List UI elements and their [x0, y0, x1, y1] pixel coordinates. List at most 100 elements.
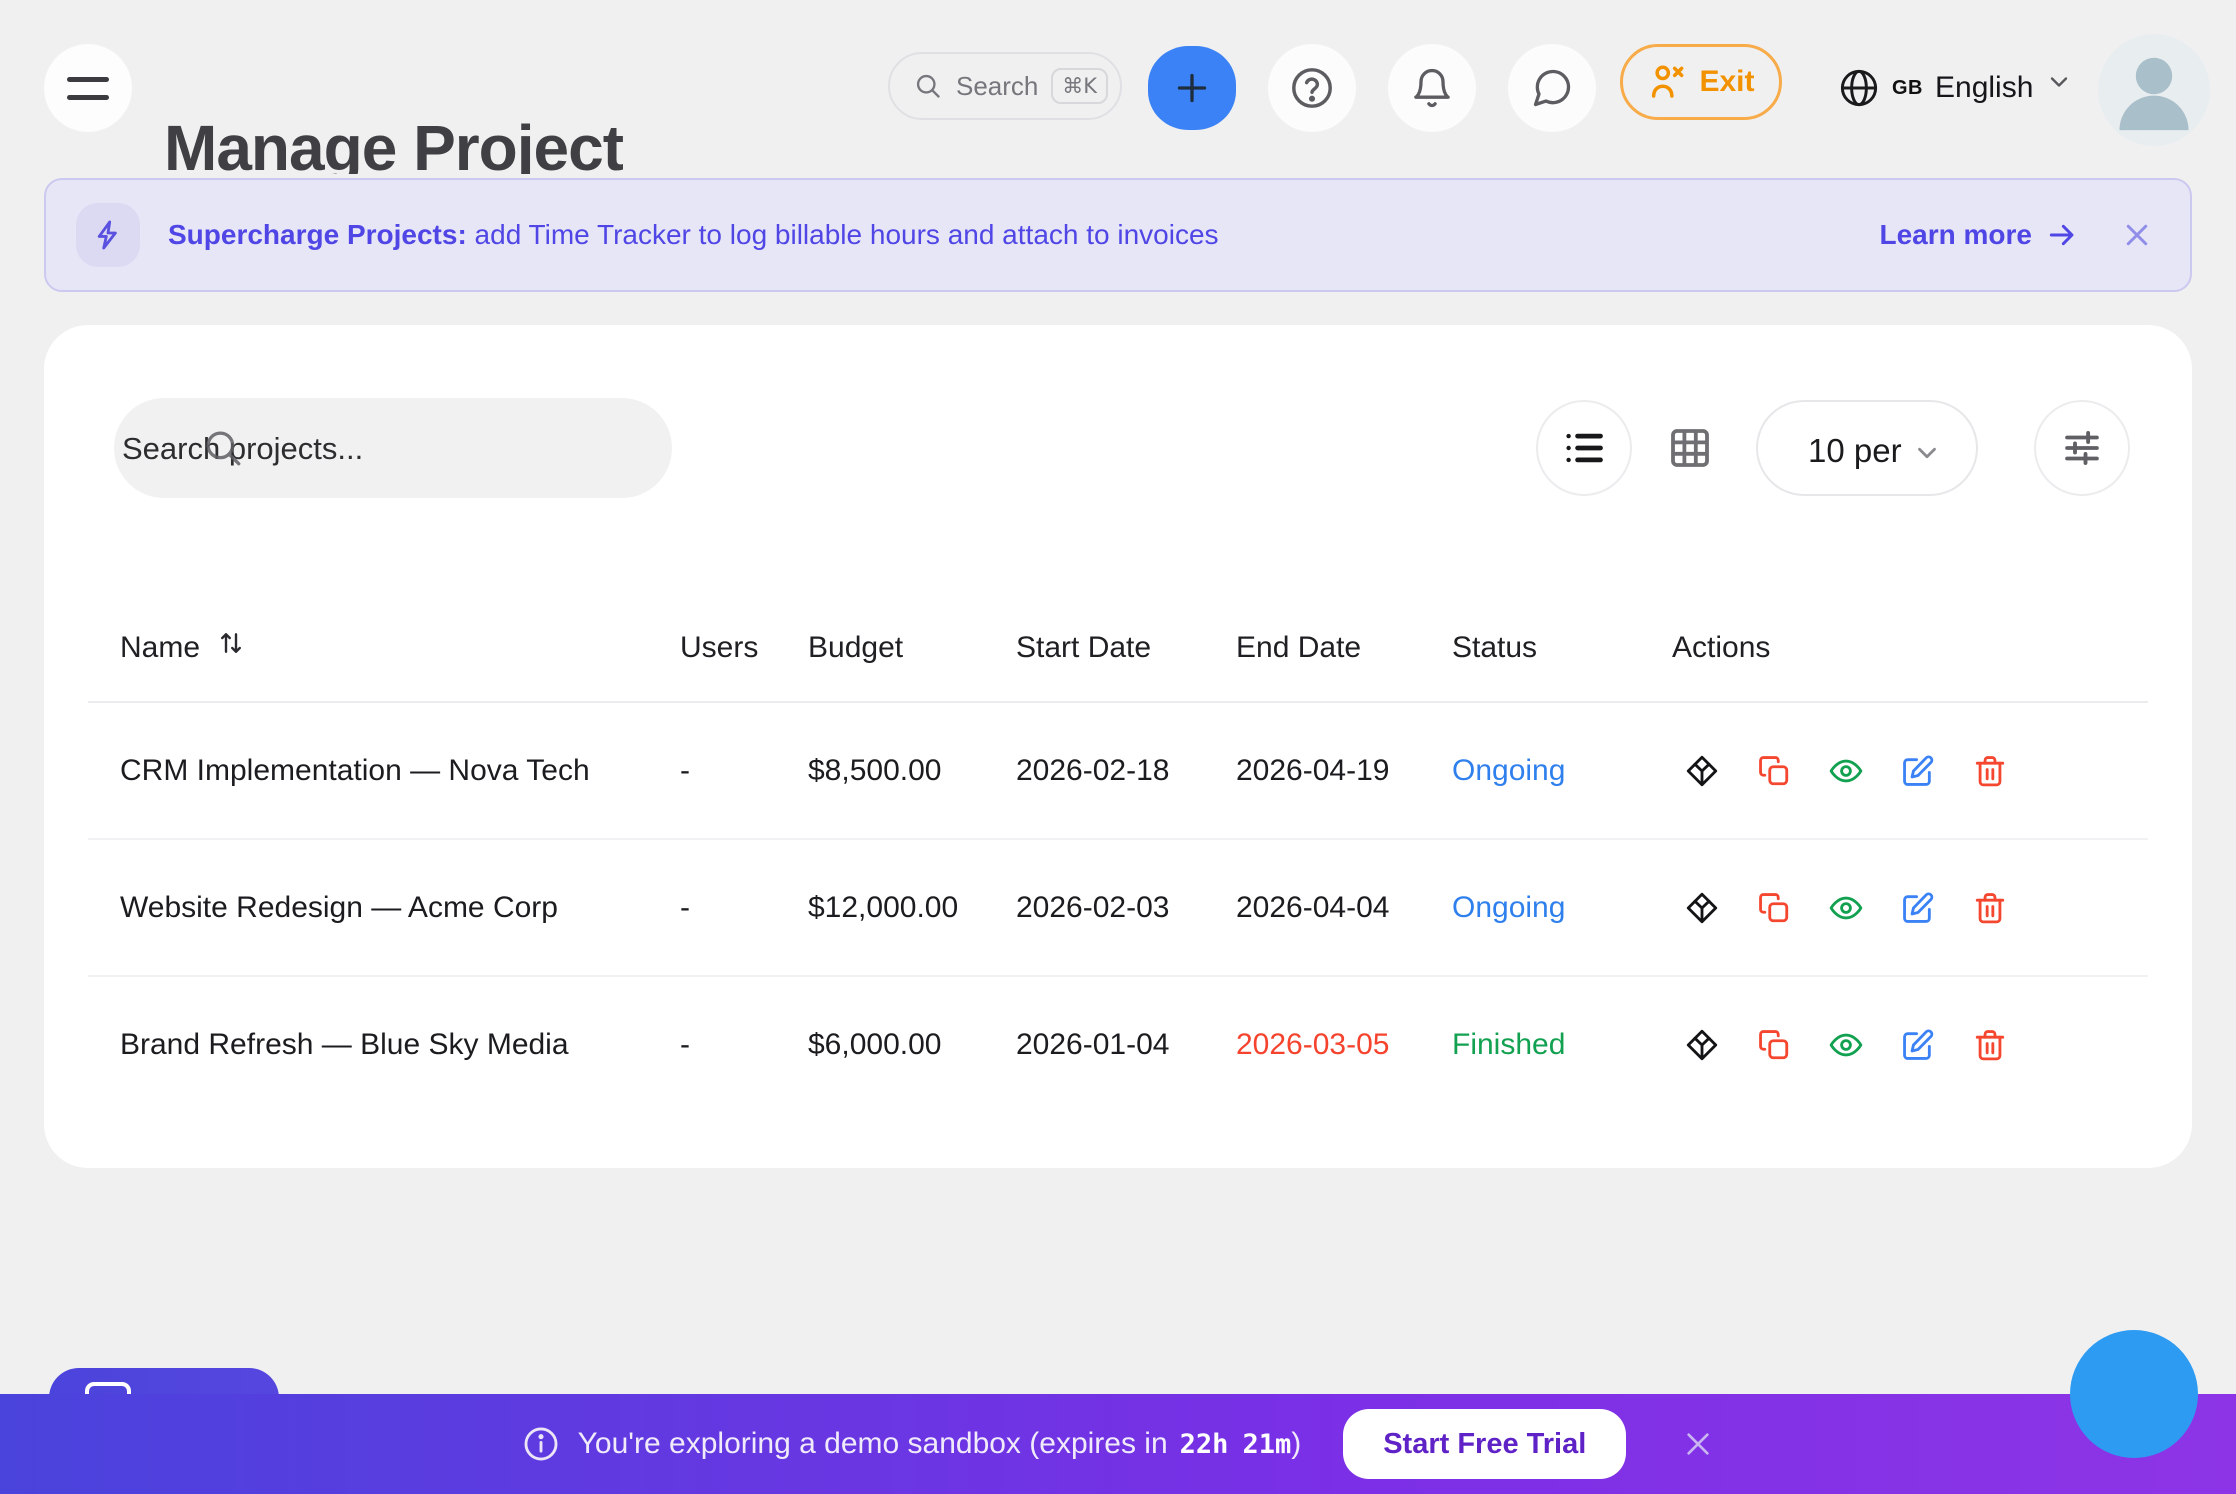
keyboard-shortcut-badge: ⌘K — [1051, 68, 1108, 104]
grid-view-button[interactable] — [1666, 424, 1714, 472]
project-users: - — [680, 754, 808, 788]
notifications-button[interactable] — [1388, 44, 1476, 132]
view-button[interactable] — [1829, 1028, 1863, 1062]
promo-banner: Supercharge Projects: add Time Tracker t… — [44, 178, 2192, 292]
help-button[interactable] — [1268, 44, 1356, 132]
project-end-date: 2026-03-05 — [1236, 1028, 1452, 1062]
global-search[interactable]: ⌘K — [888, 52, 1122, 120]
sort-icon — [216, 628, 246, 658]
project-users: - — [680, 1028, 808, 1062]
copy-icon — [1757, 1028, 1791, 1062]
eye-icon — [1829, 753, 1863, 789]
project-name: Website Redesign — Acme Corp — [88, 891, 680, 925]
project-start-date: 2026-02-03 — [1016, 891, 1236, 925]
edit-icon — [1901, 1028, 1935, 1062]
add-button[interactable] — [1148, 46, 1236, 130]
demo-sandbox-banner: You're exploring a demo sandbox (expires… — [0, 1394, 2236, 1494]
promo-message: Supercharge Projects: add Time Tracker t… — [168, 219, 1219, 251]
search-icon — [914, 72, 942, 100]
projects-search[interactable] — [114, 398, 672, 498]
edit-icon — [1901, 754, 1935, 788]
project-start-date: 2026-02-18 — [1016, 754, 1236, 788]
package-button[interactable] — [1685, 891, 1719, 925]
info-icon — [522, 1425, 560, 1463]
projects-toolbar: 10 per — [114, 398, 2130, 498]
package-button[interactable] — [1685, 1028, 1719, 1062]
hamburger-menu-button[interactable] — [44, 44, 132, 132]
project-status: Ongoing — [1452, 891, 1672, 925]
column-header-end-date: End Date — [1236, 631, 1452, 665]
package-icon — [1685, 1028, 1719, 1062]
package-button[interactable] — [1685, 754, 1719, 788]
project-name: Brand Refresh — Blue Sky Media — [88, 1028, 680, 1062]
eye-icon — [1829, 1027, 1863, 1063]
per-page-select[interactable]: 10 per — [1756, 400, 1978, 496]
filter-button[interactable] — [2034, 400, 2130, 496]
duplicate-button[interactable] — [1757, 754, 1791, 788]
projects-card: 10 per Name Users Budge — [44, 325, 2192, 1168]
learn-more-link[interactable]: Learn more — [1880, 219, 2079, 251]
expires-hours: 22h — [1180, 1429, 1229, 1460]
duplicate-button[interactable] — [1757, 1028, 1791, 1062]
expires-minutes: 21m — [1242, 1429, 1291, 1460]
view-button[interactable] — [1829, 754, 1863, 788]
messages-button[interactable] — [1508, 44, 1596, 132]
language-code: GB — [1892, 77, 1923, 100]
delete-button[interactable] — [1973, 754, 2007, 788]
column-header-actions: Actions — [1672, 631, 2148, 665]
project-status: Finished — [1452, 1028, 1672, 1062]
project-budget: $12,000.00 — [808, 891, 1016, 925]
project-name: CRM Implementation — Nova Tech — [88, 754, 680, 788]
chevron-down-icon — [1912, 438, 1942, 468]
chat-launcher-button[interactable] — [2070, 1330, 2198, 1458]
edit-button[interactable] — [1901, 1028, 1935, 1062]
project-start-date: 2026-01-04 — [1016, 1028, 1236, 1062]
column-header-status: Status — [1452, 631, 1672, 665]
project-budget: $8,500.00 — [808, 754, 1016, 788]
demo-banner-close-button[interactable] — [1682, 1428, 1714, 1460]
per-page-value: 10 per — [1808, 428, 1902, 472]
delete-button[interactable] — [1973, 1028, 2007, 1062]
trash-icon — [1973, 1028, 2007, 1062]
copy-icon — [1757, 891, 1791, 925]
edit-button[interactable] — [1901, 754, 1935, 788]
table-row[interactable]: CRM Implementation — Nova Tech - $8,500.… — [88, 703, 2148, 840]
filter-sliders-icon — [2061, 427, 2103, 469]
package-icon — [1685, 754, 1719, 788]
trash-icon — [1973, 891, 2007, 925]
promo-close-button[interactable] — [2122, 220, 2152, 250]
delete-button[interactable] — [1973, 891, 2007, 925]
exit-label: Exit — [1699, 65, 1754, 99]
list-view-icon — [1562, 426, 1606, 470]
page-title: Manage Project — [164, 100, 623, 174]
list-view-button[interactable] — [1536, 400, 1632, 496]
package-icon — [1685, 891, 1719, 925]
global-search-input[interactable] — [954, 70, 1039, 103]
chat-bubble-icon — [1530, 66, 1574, 110]
user-avatar[interactable] — [2098, 34, 2210, 146]
row-actions — [1672, 891, 2148, 925]
language-selector[interactable]: GB English — [1838, 58, 2073, 118]
column-header-budget: Budget — [808, 631, 1016, 665]
close-icon — [1682, 1428, 1714, 1460]
project-budget: $6,000.00 — [808, 1028, 1016, 1062]
table-row[interactable]: Brand Refresh — Blue Sky Media - $6,000.… — [88, 977, 2148, 1112]
help-icon — [1289, 65, 1335, 111]
projects-search-input[interactable] — [120, 398, 644, 500]
exit-button[interactable]: Exit — [1620, 44, 1782, 120]
copy-icon — [1757, 754, 1791, 788]
edit-icon — [1901, 891, 1935, 925]
language-label: English — [1935, 71, 2033, 105]
screen: Manage Project ⌘K Exit GB English Supe — [0, 0, 2236, 1494]
start-free-trial-button[interactable]: Start Free Trial — [1343, 1409, 1626, 1479]
projects-table: Name Users Budget Start Date End Date St… — [88, 595, 2148, 1112]
edit-button[interactable] — [1901, 891, 1935, 925]
duplicate-button[interactable] — [1757, 891, 1791, 925]
column-header-name[interactable]: Name — [88, 631, 680, 665]
arrow-right-icon — [2046, 219, 2078, 251]
table-row[interactable]: Website Redesign — Acme Corp - $12,000.0… — [88, 840, 2148, 977]
project-end-date: 2026-04-04 — [1236, 891, 1452, 925]
grid-view-icon — [1666, 424, 1714, 472]
project-end-date: 2026-04-19 — [1236, 754, 1452, 788]
view-button[interactable] — [1829, 891, 1863, 925]
